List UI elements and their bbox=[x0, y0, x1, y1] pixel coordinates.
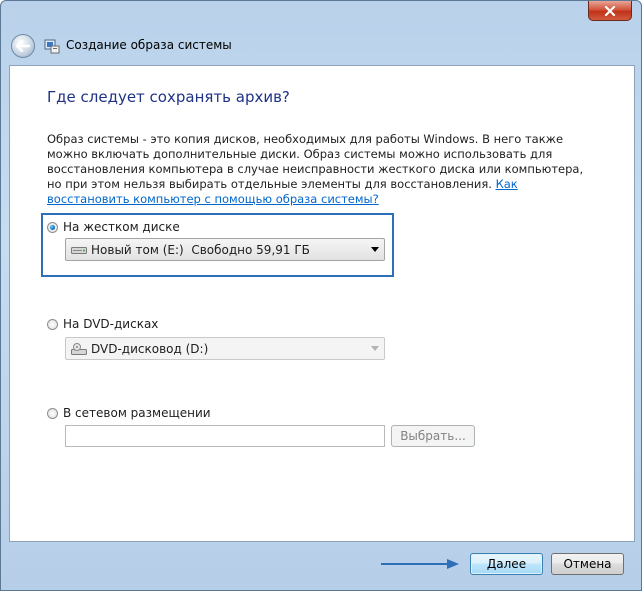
description-text: Образ системы - это копия дисков, необхо… bbox=[47, 132, 587, 207]
hard-disk-select-value: Новый том (E:) Свободно 59,91 ГБ bbox=[91, 242, 310, 257]
radio-button-unchecked[interactable] bbox=[47, 407, 58, 419]
back-button[interactable] bbox=[11, 34, 35, 58]
hard-drive-icon bbox=[71, 246, 87, 254]
hard-disk-select[interactable]: Новый том (E:) Свободно 59,91 ГБ bbox=[65, 238, 385, 261]
dvd-drive-icon bbox=[71, 342, 87, 355]
backup-icon bbox=[44, 39, 60, 54]
window-title: Создание образа системы bbox=[66, 38, 232, 52]
radio-dvd[interactable]: На DVD-дисках bbox=[47, 317, 158, 331]
radio-hard-disk[interactable]: На жестком диске bbox=[47, 220, 180, 234]
radio-hard-disk-label: На жестком диске bbox=[63, 220, 180, 234]
radio-button-unchecked[interactable] bbox=[47, 318, 58, 330]
arrow-pointer-icon bbox=[381, 559, 459, 569]
browse-button[interactable]: Выбрать... bbox=[391, 425, 475, 447]
dvd-select[interactable]: DVD-дисковод (D:) bbox=[65, 337, 385, 360]
radio-network[interactable]: В сетевом размещении bbox=[47, 406, 211, 420]
close-icon bbox=[604, 5, 616, 16]
back-arrow-icon bbox=[16, 40, 30, 52]
dvd-select-value: DVD-дисковод (D:) bbox=[91, 341, 209, 356]
close-button[interactable] bbox=[588, 1, 632, 21]
chevron-down-icon bbox=[371, 346, 379, 351]
next-button[interactable]: Далее bbox=[470, 553, 543, 575]
radio-button-checked[interactable] bbox=[47, 221, 58, 233]
page-heading: Где следует сохранять архив? bbox=[47, 88, 290, 106]
chevron-down-icon bbox=[371, 247, 379, 252]
radio-dvd-label: На DVD-дисках bbox=[63, 317, 159, 331]
dialog-window: Создание образа системы Где следует сохр… bbox=[0, 0, 642, 591]
radio-network-label: В сетевом размещении bbox=[63, 406, 211, 420]
cancel-button[interactable]: Отмена bbox=[551, 553, 624, 575]
network-path-input[interactable] bbox=[65, 425, 385, 447]
